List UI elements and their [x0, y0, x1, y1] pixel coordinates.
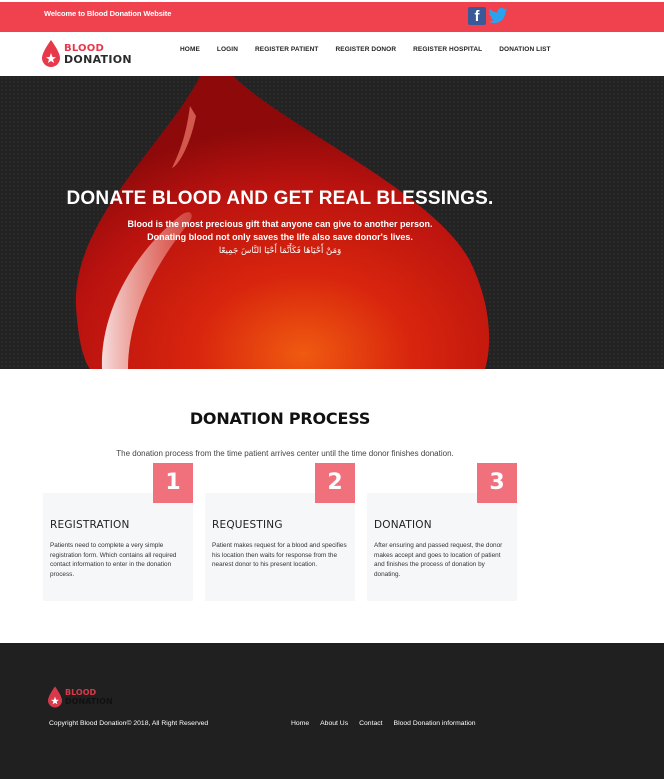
- step-text: After ensuring and passed request, the d…: [374, 542, 503, 578]
- site-header: BLOOD DONATION HOME LOGIN REGISTER PATIE…: [0, 32, 664, 76]
- hero-subtitle-1: Blood is the most precious gift that any…: [127, 219, 433, 229]
- step-text: Patients need to complete a very simple …: [50, 542, 177, 578]
- footer-link-about-us[interactable]: About Us: [320, 720, 348, 727]
- footer-links: Home About Us Contact Blood Donation inf…: [291, 720, 487, 727]
- step-number: 3: [477, 463, 517, 503]
- nav-register-hospital[interactable]: REGISTER HOSPITAL: [413, 46, 482, 53]
- logo-text: BLOOD DONATION: [64, 43, 132, 65]
- footer-logo-text: BLOOD DONATION: [65, 688, 113, 706]
- logo-line1: BLOOD: [64, 42, 104, 54]
- process-description: The donation process from the time patie…: [116, 449, 454, 458]
- hero-banner: DONATE BLOOD AND GET REAL BLESSINGS. Blo…: [0, 76, 664, 369]
- step-number: 1: [153, 463, 193, 503]
- footer-logo[interactable]: BLOOD DONATION: [48, 686, 113, 708]
- logo-line2: DONATION: [64, 52, 132, 66]
- process-card-registration: 1 REGISTRATION Patients need to complete…: [43, 463, 193, 601]
- nav-home[interactable]: HOME: [180, 46, 200, 53]
- process-card-donation: 3 DONATION After ensuring and passed req…: [367, 463, 517, 601]
- footer-logo-line1: BLOOD: [65, 688, 97, 697]
- nav-register-patient[interactable]: REGISTER PATIENT: [255, 46, 318, 53]
- twitter-icon[interactable]: [488, 7, 508, 25]
- hero-subtitle-2: Donating blood not only saves the life a…: [147, 232, 413, 242]
- step-number: 2: [315, 463, 355, 503]
- nav-register-donor[interactable]: REGISTER DONOR: [335, 46, 396, 53]
- welcome-text: Welcome to Blood Donation Website: [44, 9, 172, 18]
- page: Welcome to Blood Donation Website f BLOO…: [0, 0, 664, 779]
- top-bar: Welcome to Blood Donation Website f: [0, 0, 664, 32]
- copyright-text: Copyright Blood Donation© 2018, All Righ…: [49, 720, 209, 727]
- footer-link-contact[interactable]: Contact: [359, 720, 382, 727]
- process-title: DONATION PROCESS: [189, 409, 371, 428]
- site-logo[interactable]: BLOOD DONATION: [42, 40, 132, 67]
- hero-arabic-verse: وَمَنْ أَحْيَاهَا فَكَأَنَّمَا أَحْيَا ا…: [218, 246, 342, 256]
- process-card-requesting: 2 REQUESTING Patient makes request for a…: [205, 463, 355, 601]
- nav-donation-list[interactable]: DONATION LIST: [499, 46, 550, 53]
- step-text: Patient makes request for a blood and sp…: [212, 542, 347, 569]
- social-links: f: [468, 7, 508, 25]
- blood-drop-icon: [42, 40, 60, 67]
- step-title: REGISTRATION: [50, 519, 130, 531]
- footer-link-home[interactable]: Home: [291, 720, 309, 727]
- hero-title: DONATE BLOOD AND GET REAL BLESSINGS.: [66, 188, 494, 209]
- footer-logo-line2: DONATION: [65, 697, 113, 706]
- facebook-icon[interactable]: f: [468, 7, 486, 25]
- blood-drop-icon: [48, 686, 62, 708]
- step-title: DONATION: [374, 519, 432, 531]
- main-nav: HOME LOGIN REGISTER PATIENT REGISTER DON…: [180, 46, 568, 53]
- footer-link-blood-donation-information[interactable]: Blood Donation information: [394, 720, 476, 727]
- step-title: REQUESTING: [212, 519, 283, 531]
- nav-login[interactable]: LOGIN: [217, 46, 238, 53]
- site-footer: BLOOD DONATION Copyright Blood Donation©…: [0, 643, 664, 779]
